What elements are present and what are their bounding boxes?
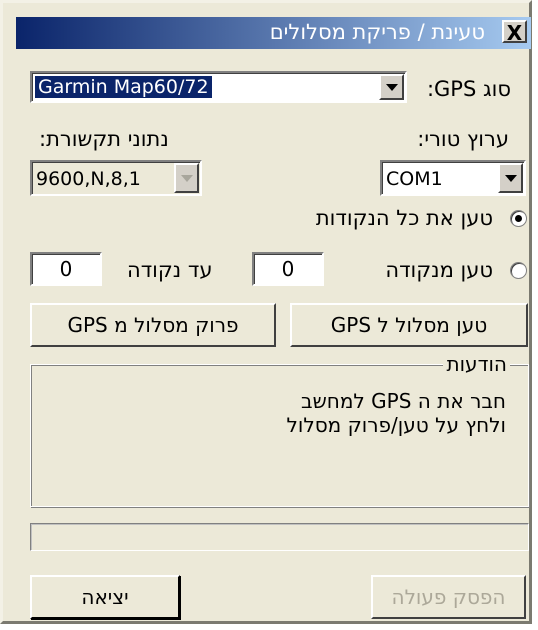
messages-groupbox: הודעות חבר את ה GPS למחשב ולחץ על טען/פר… (30, 352, 529, 507)
comm-data-dropdown-button[interactable] (174, 163, 199, 193)
messages-legend: הודעות (443, 352, 510, 376)
serial-port-value: COM1 (386, 168, 443, 190)
load-from-label: טען מנקודה (385, 258, 493, 282)
dialog-window: טעינת / פריקת מסלולים X סוג GPS: Garmin … (0, 0, 532, 624)
gps-type-value: Garmin Map60/72 (35, 76, 212, 98)
chevron-down-icon (180, 175, 193, 182)
from-point-input[interactable]: 0 (252, 252, 324, 286)
chevron-down-icon (385, 84, 398, 91)
to-point-input[interactable]: 0 (30, 252, 102, 286)
message-line: ולחץ על טען/פרוק מסלול (286, 413, 506, 437)
load-from-radio[interactable] (510, 262, 527, 279)
serial-port-label: ערוץ טורי: (417, 127, 509, 151)
comm-data-select[interactable]: 9600,N,8,1 (30, 160, 202, 196)
messages-text: חבר את ה GPS למחשב ולחץ על טען/פרוק מסלו… (287, 389, 506, 437)
gps-type-label: סוג GPS: (426, 77, 511, 101)
unload-route-from-gps-button[interactable]: פרוק מסלול מ GPS (30, 303, 276, 347)
title-bar[interactable]: טעינת / פריקת מסלולים X (16, 17, 531, 49)
comm-data-value: 9600,N,8,1 (36, 168, 141, 190)
gps-type-dropdown-button[interactable] (379, 74, 404, 100)
close-button[interactable]: X (502, 20, 527, 45)
serial-port-select[interactable]: COM1 (380, 160, 526, 196)
serial-port-dropdown-button[interactable] (498, 163, 523, 193)
load-route-to-gps-button[interactable]: טען מסלול ל GPS (290, 303, 528, 347)
load-all-label: טען את כל הנקודות (315, 206, 493, 230)
stop-operation-button[interactable]: הפסק פעולה (371, 575, 526, 619)
progress-bar (30, 523, 529, 551)
message-line: חבר את ה GPS למחשב (301, 389, 506, 413)
gps-type-select[interactable]: Garmin Map60/72 (30, 71, 407, 103)
load-all-radio[interactable] (510, 210, 527, 227)
exit-button[interactable]: יציאה (30, 575, 180, 619)
comm-data-label: נתוני תקשורת: (39, 127, 169, 151)
to-point-label: עד נקודה (127, 258, 213, 282)
radio-selected-dot (515, 215, 522, 222)
chevron-down-icon (504, 175, 517, 182)
window-title: טעינת / פריקת מסלולים (269, 20, 485, 44)
